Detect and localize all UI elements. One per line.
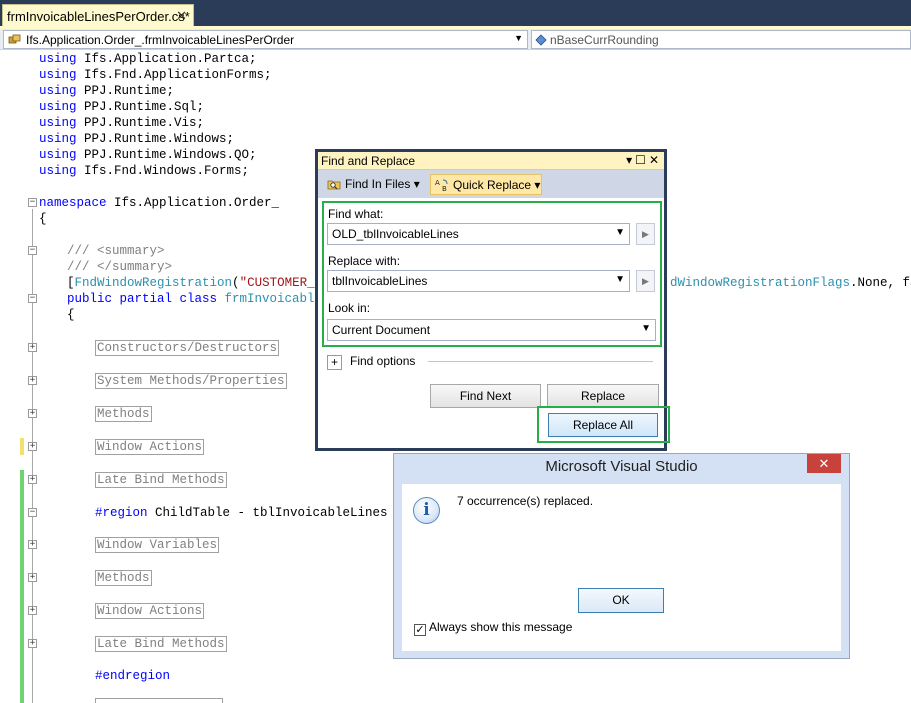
class-icon [8,34,21,44]
code-line: using PPJ.Runtime.Vis; [39,116,205,130]
collapsed-region[interactable]: Late Bind Methods [95,636,227,652]
collapse-toggle[interactable]: − [28,294,37,303]
change-bar-green [20,470,24,703]
expand-toggle[interactable]: + [28,409,37,418]
code-line: /// <summary> [67,244,165,258]
code-line: System Methods/Properties [95,373,287,389]
expand-toggle[interactable]: + [28,376,37,385]
code-line: /// </summary> [67,260,173,274]
svg-text:A: A [435,179,440,187]
expand-toggle[interactable]: + [28,540,37,549]
code-line: dWindowRegistrationFlags.None, fals [670,276,911,290]
expand-toggle[interactable]: + [28,343,37,352]
ok-button[interactable]: OK [578,588,664,613]
collapse-toggle[interactable]: − [28,508,37,517]
code-line: Constructors/Destructors [95,340,280,356]
code-line: using PPJ.Runtime.Sql; [39,100,205,114]
folder-search-icon [327,180,341,190]
close-icon[interactable]: ✕ [649,153,662,167]
find-replace-toolbar: Find In Files ▾ A B Quick Replace ▾ [318,171,664,197]
member-dropdown[interactable]: nBaseCurrRounding [531,30,911,49]
code-line: namespace Ifs.Application.Order_ [39,196,280,210]
quick-replace-label: Quick Replace [453,178,532,192]
maximize-icon[interactable]: ☐ [635,153,649,167]
expand-toggle[interactable]: + [28,475,37,484]
close-icon[interactable]: ✕ [807,454,841,473]
find-in-files-label: Find In Files [345,177,411,191]
outline-guide [32,209,33,703]
document-tab-title: frmInvoicableLinesPerOrder.cs* [7,9,190,24]
code-line: Methods [95,406,152,422]
expand-toggle[interactable]: + [28,639,37,648]
dialog-message: 7 occurrence(s) replaced. [457,494,594,508]
code-line: Late Bind Methods [95,636,227,652]
code-line: using Ifs.Fnd.ApplicationForms; [39,68,272,82]
code-line: [FndWindowRegistration("CUSTOMER_OR [67,276,330,290]
member-dropdown-value: nBaseCurrRounding [550,33,659,47]
code-line: using Ifs.Fnd.Windows.Forms; [39,164,250,178]
collapsed-region[interactable]: Window Actions [95,603,205,619]
collapsed-region[interactable]: Methods [95,406,152,422]
expand-toggle[interactable]: + [28,606,37,615]
replace-all-highlight-box [537,406,670,443]
collapsed-region[interactable]: Window Variables [95,537,220,553]
svg-text:B: B [442,185,447,192]
code-line: Window Variables [95,537,220,553]
chevron-down-icon: ▼ [514,33,523,43]
message-dialog: Microsoft Visual Studio ✕ i 7 occurrence… [393,453,850,659]
code-line: using Ifs.Application.Partca; [39,52,257,66]
code-line: using PPJ.Runtime.Windows; [39,132,235,146]
expand-find-options-icon[interactable]: + [327,355,342,370]
code-line: using PPJ.Runtime; [39,84,175,98]
collapsed-region[interactable]: System Methods/Properties [95,373,287,389]
type-dropdown[interactable]: Ifs.Application.Order_.frmInvoicableLine… [3,30,528,49]
collapse-toggle[interactable]: − [28,246,37,255]
code-line: Late Bind Methods [95,472,227,488]
collapsed-region[interactable]: Methods [95,570,152,586]
information-icon: i [413,497,440,524]
collapsed-region[interactable]: Late Bind Methods [95,472,227,488]
code-line: { [39,212,47,226]
dialog-content: i 7 occurrence(s) replaced. OK ✓ Always s… [402,484,841,651]
code-line: using PPJ.Runtime.Windows.QO; [39,148,257,162]
change-bar-yellow [20,438,24,455]
code-line: #endregion [95,669,171,683]
chevron-down-icon: ▾ [534,178,541,192]
find-options-label[interactable]: Find options [350,354,415,368]
quick-replace-button[interactable]: A B Quick Replace ▾ [430,174,542,195]
find-next-button[interactable]: Find Next [430,384,541,408]
close-tab-icon[interactable]: ✕ [176,8,187,24]
find-replace-titlebar: Find and Replace ▾☐✕ [318,152,664,170]
collapse-toggle[interactable]: − [28,198,37,207]
highlight-box [322,201,662,347]
chevron-down-icon: ▾ [413,177,420,191]
always-show-label: Always show this message [429,620,573,634]
find-replace-title: Find and Replace [321,154,416,168]
divider [428,361,653,362]
find-in-files-button[interactable]: Find In Files ▾ [323,174,423,195]
expand-toggle[interactable]: + [28,573,37,582]
code-line: #region ChildTable - tblInvoicableLines [95,506,388,520]
collapsed-region[interactable]: Constructors/Destructors [95,340,280,356]
code-line: Window Actions [95,603,205,619]
dropdown-arrow-icon[interactable]: ▾ [626,153,635,167]
navigation-bar: Ifs.Application.Order_.frmInvoicableLine… [0,29,911,50]
collapsed-region-partial [95,698,223,703]
collapsed-region[interactable]: Window Actions [95,439,205,455]
code-line: { [67,308,75,322]
replace-icon: A B [435,179,448,192]
checkbox-checked-icon[interactable]: ✓ [414,624,426,636]
document-tab[interactable]: frmInvoicableLinesPerOrder.cs* ✕ [2,4,194,27]
dialog-title: Microsoft Visual Studio [545,458,698,475]
replace-button[interactable]: Replace [547,384,659,408]
code-line: public partial class frmInvoicableLi [67,292,338,306]
field-icon [535,34,547,46]
always-show-checkbox[interactable]: ✓ Always show this message [414,620,572,636]
expand-toggle[interactable]: + [28,442,37,451]
type-dropdown-value: Ifs.Application.Order_.frmInvoicableLine… [26,33,295,47]
document-tab-strip: frmInvoicableLinesPerOrder.cs* ✕ [0,0,911,27]
code-line: Window Actions [95,439,205,455]
code-line: Methods [95,570,152,586]
window-controls: ▾☐✕ [626,153,662,167]
